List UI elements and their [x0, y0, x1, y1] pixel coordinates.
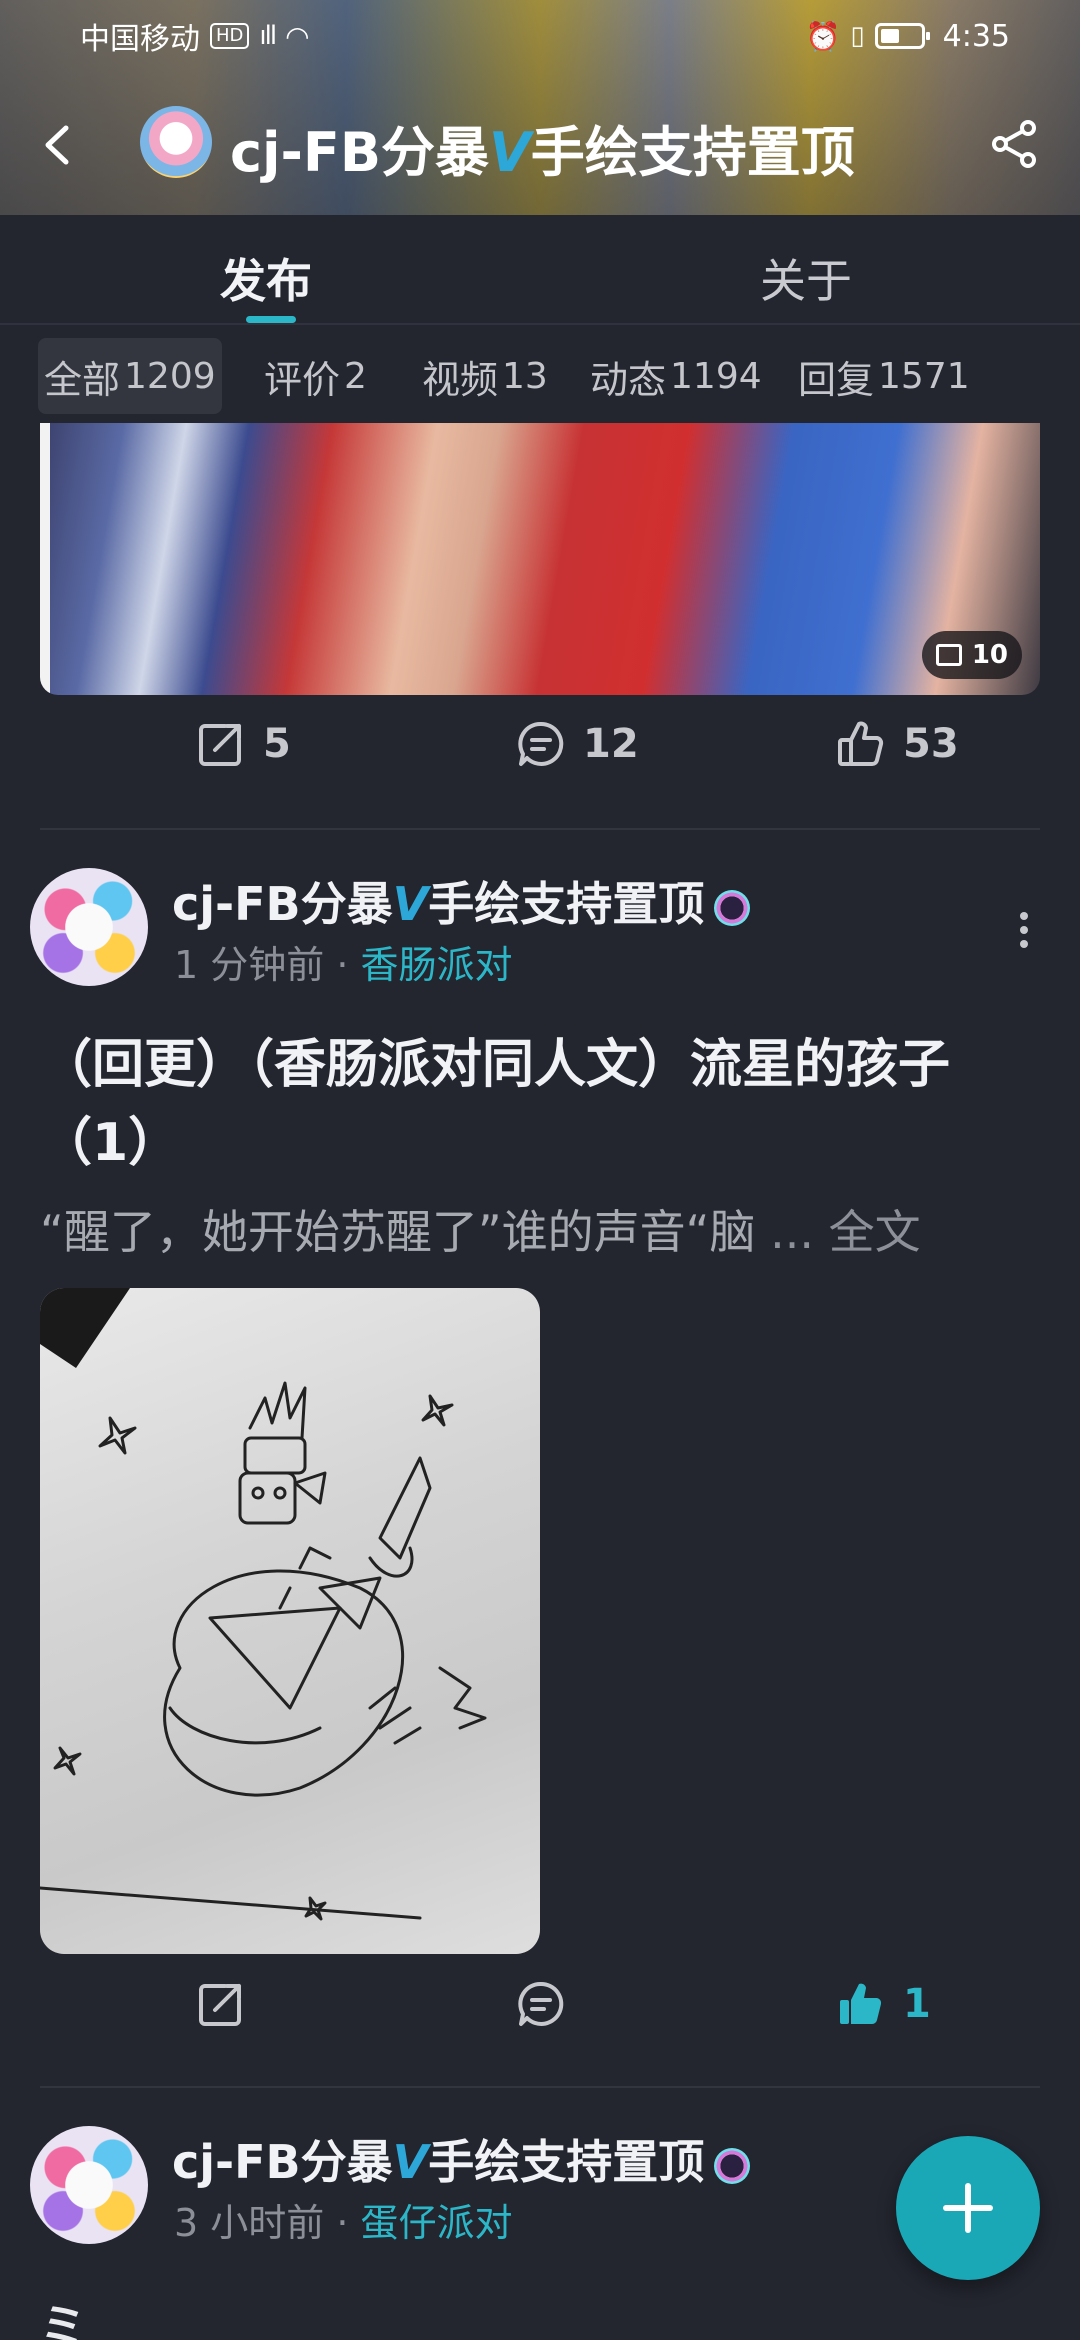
- back-arrow-icon[interactable]: [38, 122, 78, 168]
- share-icon[interactable]: [990, 118, 1040, 170]
- full-text-link[interactable]: 全文: [829, 1205, 921, 1259]
- tab-bar: 发布 关于: [0, 215, 1080, 325]
- alarm-icon: ⏰: [805, 19, 841, 53]
- plus-icon: [943, 2183, 993, 2233]
- post-actions: 5 12 53: [40, 718, 1040, 808]
- comment-icon: [518, 721, 564, 766]
- thumbs-up-icon: [838, 721, 884, 766]
- hd-badge: HD: [210, 23, 250, 49]
- filter-all[interactable]: 全部 1209: [38, 338, 222, 414]
- post-image-gallery[interactable]: 10: [40, 423, 1040, 695]
- like-button[interactable]: 1: [835, 1978, 931, 2030]
- vibrate-icon: ▯: [850, 21, 865, 51]
- meta-separator: ·: [336, 2201, 349, 2245]
- tab-indicator: [246, 316, 296, 323]
- status-bar: 中国移动 HD ıll ◠ ⏰ ▯ 4:35: [0, 0, 1080, 72]
- post-image[interactable]: [40, 1288, 540, 1954]
- channel-title: cj-FB分暴V手绘支持置顶: [230, 121, 855, 184]
- divider: [40, 2086, 1040, 2088]
- wifi-icon: ◠: [285, 19, 310, 53]
- like-button[interactable]: 53: [835, 718, 959, 770]
- badge-icon: [714, 2147, 751, 2184]
- post-time: 3 小时前: [174, 2201, 325, 2245]
- thumbs-up-filled-icon: [840, 1983, 882, 2025]
- topic-link[interactable]: 蛋仔派对: [361, 2201, 513, 2245]
- filter-chips: 全部 1209 评价 2 视频 13 动态 1194 回复 1571: [0, 338, 1080, 418]
- channel-avatar[interactable]: [140, 106, 212, 178]
- share-button[interactable]: [195, 1978, 247, 2030]
- post-actions: 1: [40, 1978, 1040, 2068]
- avatar[interactable]: [30, 2126, 148, 2244]
- author-name[interactable]: cj-FB分暴V手绘支持置顶: [172, 2126, 751, 2192]
- title-bar: cj-FB分暴V手绘支持置顶: [0, 100, 1080, 190]
- comment-button[interactable]: 12: [515, 718, 639, 770]
- post-meta: 3 小时前 · 蛋仔派对: [174, 2192, 513, 2247]
- badge-icon: [714, 889, 751, 926]
- post-excerpt[interactable]: “醒了，她开始苏醒了”谁的声音“脑 ... 全文: [40, 1196, 1050, 1262]
- tab-publish[interactable]: 发布: [220, 245, 312, 311]
- post-text-start[interactable]: ミ: [40, 2290, 86, 2340]
- filter-videos[interactable]: 视频 13: [420, 338, 550, 414]
- clock: 4:35: [942, 18, 1010, 54]
- tab-about[interactable]: 关于: [760, 245, 852, 311]
- repost-icon: [199, 724, 241, 766]
- post-header: cj-FB分暴V手绘支持置顶 1 分钟前 · 香肠派对: [0, 868, 1080, 998]
- comment-button[interactable]: [515, 1978, 567, 2030]
- compose-fab-button[interactable]: [896, 2136, 1040, 2280]
- battery-icon: [874, 23, 930, 49]
- avatar[interactable]: [30, 868, 148, 986]
- comment-icon: [518, 1981, 564, 2026]
- topic-link[interactable]: 香肠派对: [361, 943, 513, 987]
- repost-icon: [199, 1984, 241, 2026]
- more-options-icon[interactable]: [1018, 908, 1030, 952]
- divider: [40, 828, 1040, 830]
- header: 中国移动 HD ıll ◠ ⏰ ▯ 4:35 cj-FB分暴V手绘支持置顶: [0, 0, 1080, 215]
- image-icon: [935, 644, 962, 666]
- post-time: 1 分钟前: [174, 943, 325, 987]
- author-name[interactable]: cj-FB分暴V手绘支持置顶: [172, 868, 751, 934]
- meta-separator: ·: [336, 943, 349, 987]
- image-count-badge: 10: [921, 631, 1022, 679]
- signal-icon: ıll: [259, 21, 277, 51]
- filter-moments[interactable]: 动态 1194: [588, 338, 764, 414]
- filter-reviews[interactable]: 评价 2: [262, 338, 369, 414]
- drawing-illustration: [40, 1381, 487, 1921]
- carrier-label: 中国移动: [80, 22, 200, 57]
- post-meta: 1 分钟前 · 香肠派对: [174, 934, 513, 989]
- filter-replies[interactable]: 回复 1571: [796, 338, 972, 414]
- post-title[interactable]: （回更）（香肠派对同人文）流星的孩子（1）: [40, 1026, 1040, 1182]
- share-button[interactable]: 5: [195, 718, 291, 770]
